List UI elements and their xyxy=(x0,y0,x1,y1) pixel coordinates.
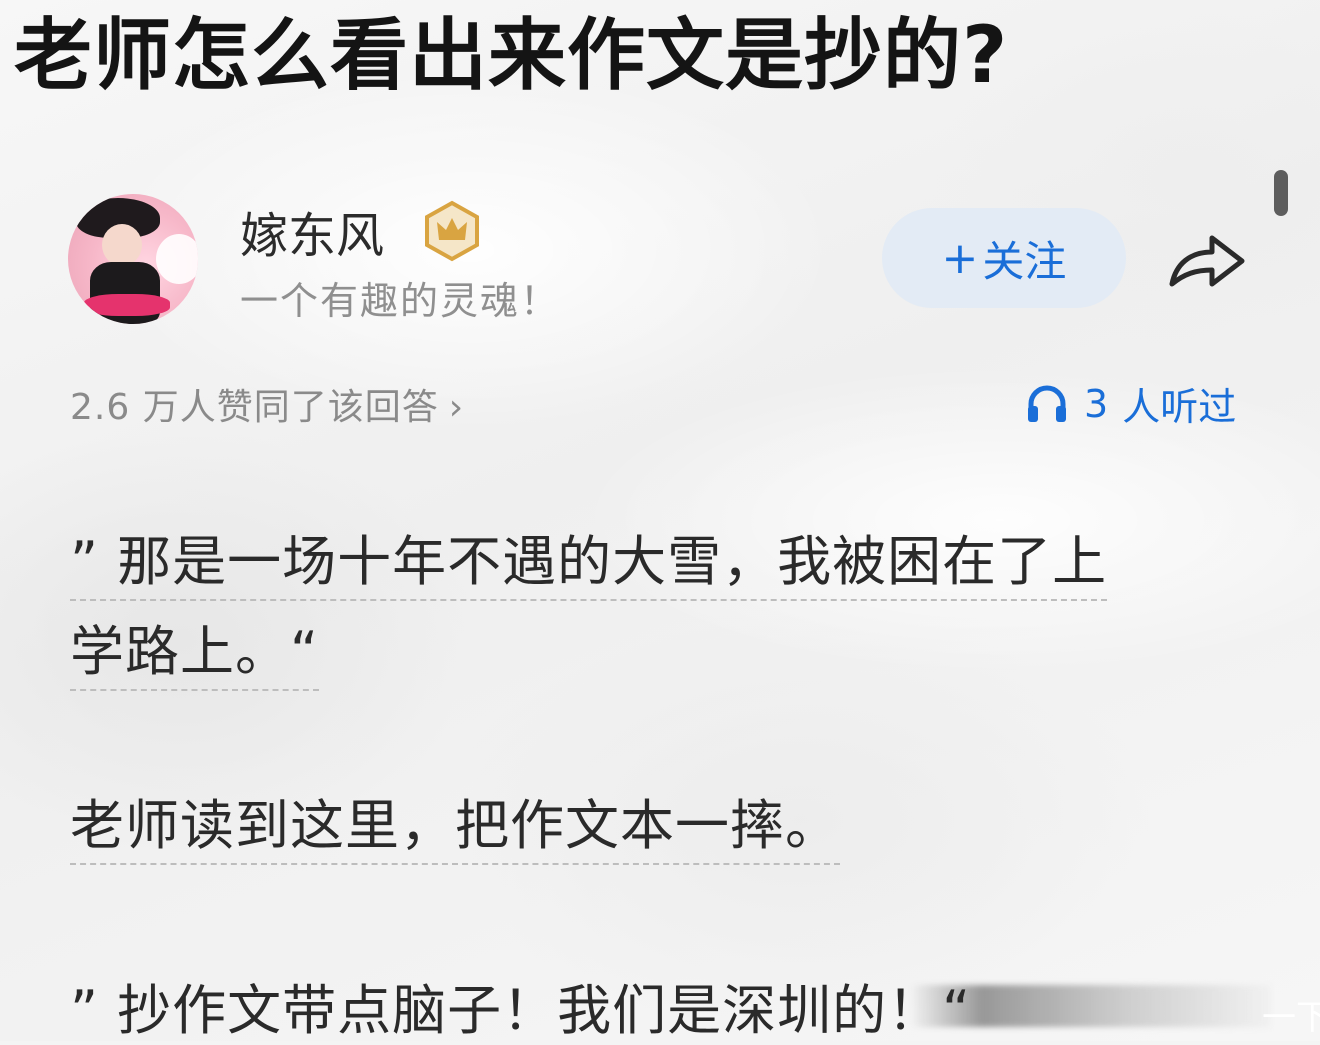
answer-text: ” 那是一场十年不遇的大雪，我被困在了上 xyxy=(70,530,1108,602)
question-title: 老师怎么看出来作文是抄的? xyxy=(14,11,1009,101)
avatar-bg-kitty xyxy=(156,234,198,284)
follow-button[interactable]: + 关注 xyxy=(882,208,1126,308)
headphone-icon xyxy=(1026,384,1068,424)
listen-label: 人听过 xyxy=(1122,385,1237,429)
follow-label: 关注 xyxy=(982,236,1067,286)
listen-number: 3 xyxy=(1084,381,1109,426)
scrollbar-thumb[interactable] xyxy=(1274,170,1288,216)
author-name[interactable]: 嫁东风 xyxy=(240,196,384,266)
approval-count[interactable]: 2.6 万人赞同了该回答 › xyxy=(70,378,464,430)
answer-text: ” 抄作文带点脑子！我们是深圳的！“ xyxy=(70,979,972,1042)
answer-paragraph-2: 老师读到这里，把作文本一摔。 xyxy=(70,794,840,866)
answer-text: 学路上。“ xyxy=(70,620,319,692)
share-arrow-icon[interactable] xyxy=(1164,228,1248,296)
next-button[interactable]: 一下 xyxy=(1262,990,1320,1039)
chevron-right-icon: › xyxy=(448,387,465,428)
background xyxy=(0,0,1320,1041)
avatar-face xyxy=(102,224,142,266)
approval-text: 2.6 万人赞同了该回答 xyxy=(70,387,439,428)
answer-paragraph-3: ” 抄作文带点脑子！我们是深圳的！“ xyxy=(70,966,971,1045)
answer-paragraph-1-line-1: ” 那是一场十年不遇的大雪，我被困在了上 xyxy=(70,530,1108,602)
crown-badge-icon[interactable] xyxy=(422,200,482,266)
avatar[interactable] xyxy=(68,194,198,324)
listen-count[interactable]: 3 人听过 xyxy=(1026,376,1236,431)
author-bio: 一个有趣的灵魂！ xyxy=(240,279,561,323)
answer-text: 老师读到这里，把作文本一摔。 xyxy=(70,794,840,866)
avatar-skirt xyxy=(84,294,170,316)
redaction-blur xyxy=(910,985,1270,1027)
answer-paragraph-1-line-2: 学路上。“ xyxy=(70,620,319,692)
plus-icon: + xyxy=(941,232,979,284)
